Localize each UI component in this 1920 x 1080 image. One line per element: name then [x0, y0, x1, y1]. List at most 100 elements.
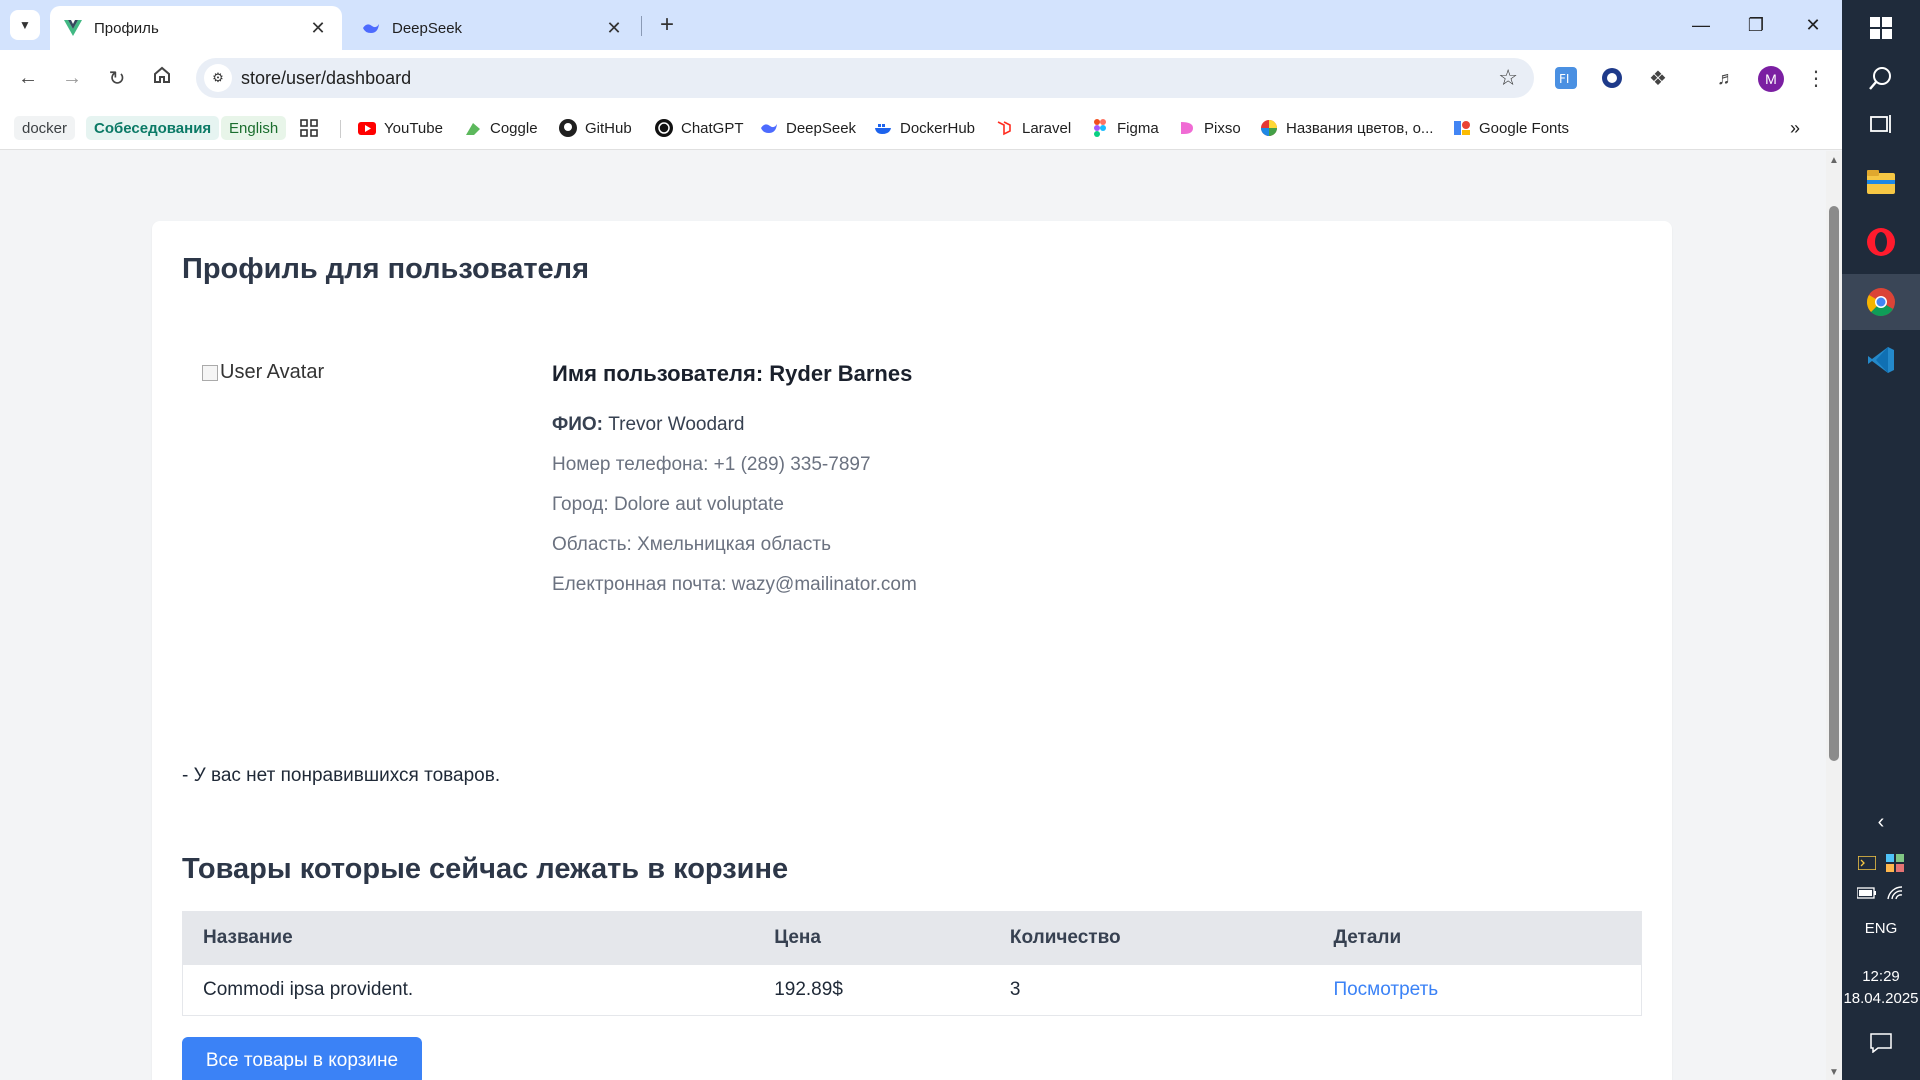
bookmark-star-icon[interactable]: ☆: [1498, 65, 1518, 91]
chatgpt-icon: [655, 119, 673, 137]
notification-icon[interactable]: [1842, 1018, 1920, 1068]
home-button[interactable]: [146, 62, 178, 94]
no-favorites-message: - У вас нет понравившихся товаров.: [182, 765, 501, 786]
phone: Номер телефона: +1 (289) 335-7897: [552, 454, 871, 475]
calculator-grid-icon[interactable]: [1884, 852, 1906, 874]
chrome-icon[interactable]: [1842, 274, 1920, 330]
google-fonts-icon: [1453, 119, 1471, 137]
bookmark-label: DeepSeek: [786, 119, 857, 137]
table-header: Название Цена Количество Детали: [183, 912, 1641, 964]
more-bookmarks-button[interactable]: »: [1790, 114, 1800, 142]
back-button[interactable]: ←: [12, 62, 44, 94]
terminal-icon[interactable]: [1856, 852, 1878, 874]
clock-date[interactable]: 18.04.2025: [1842, 990, 1920, 1007]
restore-button[interactable]: ❐: [1727, 0, 1785, 50]
product-quantity: 3: [1009, 979, 1021, 1000]
full-name-value: Trevor Woodard: [608, 414, 745, 435]
bookmark-figma[interactable]: Figma: [1091, 114, 1159, 142]
bookmark-folder-english[interactable]: English: [221, 116, 287, 140]
vscode-icon[interactable]: [1842, 332, 1920, 388]
chevron-down-icon: ▼: [19, 18, 31, 32]
tab-strip: ▼ Профиль ✕ DeepSeek ✕ + — ❐ ✕: [0, 0, 1842, 50]
close-window-button[interactable]: ✕: [1784, 0, 1842, 50]
bookmark-label: Google Fonts: [1479, 119, 1570, 137]
browser-toolbar: ← → ↻ ⚙ store/user/dashboard ☆ FI ❖ ♬ ⋮: [0, 50, 1842, 106]
scrollbar-thumb[interactable]: [1829, 206, 1839, 761]
bookmark-coggle[interactable]: Coggle: [464, 114, 538, 142]
extensions-puzzle-icon[interactable]: ❖: [1644, 64, 1672, 92]
task-view-icon[interactable]: [1842, 96, 1920, 152]
page-title: Профиль для пользователя: [182, 253, 590, 285]
bookmarks-bar: docker Собеседования English YouTube Cog…: [0, 106, 1842, 150]
file-explorer-icon[interactable]: [1842, 154, 1920, 210]
tab-title: DeepSeek: [392, 19, 463, 37]
opera-icon[interactable]: [1842, 214, 1920, 270]
bookmark-laravel[interactable]: Laravel: [996, 114, 1071, 142]
column-header-quantity: Количество: [1009, 927, 1121, 948]
bookmark-folder-interviews[interactable]: Собеседования: [86, 116, 220, 140]
column-header-name: Название: [203, 927, 293, 948]
user-info: Имя пользователя: Ryder Barnes ФИО: Trev…: [552, 361, 917, 605]
broken-image-icon: [202, 364, 218, 381]
new-tab-button[interactable]: +: [652, 10, 682, 40]
laravel-icon: [996, 119, 1014, 137]
close-icon[interactable]: ✕: [604, 18, 624, 39]
media-control-icon[interactable]: ♬: [1712, 64, 1740, 92]
youtube-icon: [358, 119, 376, 137]
bookmark-pixso[interactable]: Pixso: [1178, 114, 1241, 142]
extension-circle-icon[interactable]: [1598, 64, 1626, 92]
user-avatar-image: User Avatar: [202, 361, 324, 384]
scroll-up-arrow-icon[interactable]: ▲: [1829, 155, 1839, 166]
profile-card: Профиль для пользователя User Avatar Имя…: [152, 221, 1672, 1080]
bookmark-dockerhub[interactable]: DockerHub: [874, 114, 975, 142]
bookmark-deepseek[interactable]: DeepSeek: [760, 114, 856, 142]
all-cart-items-button[interactable]: Все товары в корзине: [182, 1037, 422, 1080]
product-price: 192.89$: [774, 979, 843, 1000]
url-text[interactable]: store/user/dashboard: [241, 68, 411, 89]
home-icon: [152, 65, 172, 91]
scroll-down-arrow-icon[interactable]: ▼: [1829, 1067, 1839, 1078]
profile-avatar-button[interactable]: M: [1758, 66, 1784, 92]
bookmark-label: YouTube: [384, 119, 443, 137]
minimize-button[interactable]: —: [1672, 0, 1730, 50]
site-info-icon[interactable]: ⚙: [204, 64, 232, 92]
tab-search-dropdown-button[interactable]: ▼: [10, 10, 40, 40]
page-scrollbar[interactable]: ▲ ▼: [1826, 151, 1842, 1080]
windows-start-icon[interactable]: [1842, 0, 1920, 56]
pixso-icon: [1178, 119, 1196, 137]
chevron-left-icon[interactable]: ‹: [1842, 806, 1920, 838]
address-bar[interactable]: ⚙ store/user/dashboard ☆: [196, 58, 1534, 98]
bookmark-divider: [340, 120, 341, 138]
apps-grid-icon[interactable]: [300, 114, 318, 142]
tab-deepseek[interactable]: DeepSeek ✕: [348, 6, 638, 50]
tab-profile[interactable]: Профиль ✕: [50, 6, 342, 50]
bookmark-github[interactable]: GitHub: [559, 114, 632, 142]
battery-icon[interactable]: [1856, 882, 1878, 904]
bookmark-label: Laravel: [1022, 119, 1072, 137]
figma-icon: [1091, 119, 1109, 137]
bookmark-label: ChatGPT: [681, 119, 744, 137]
email: Електронная почта: wazy@mailinator.com: [552, 574, 917, 595]
menu-kebab-icon[interactable]: ⋮: [1802, 64, 1830, 92]
github-icon: [559, 119, 577, 137]
extension-fi-icon[interactable]: FI: [1552, 64, 1580, 92]
reload-button[interactable]: ↻: [101, 62, 133, 94]
bookmark-label: Figma: [1117, 119, 1159, 137]
forward-button[interactable]: →: [56, 62, 88, 94]
bookmark-google-fonts[interactable]: Google Fonts: [1453, 114, 1569, 142]
color-wheel-icon: [1260, 119, 1278, 137]
clock-time[interactable]: 12:29: [1842, 968, 1920, 985]
wifi-icon[interactable]: [1884, 882, 1906, 904]
language-indicator[interactable]: ENG: [1842, 920, 1920, 937]
bookmark-folder-docker[interactable]: docker: [14, 116, 76, 140]
view-details-link[interactable]: Посмотреть: [1313, 979, 1641, 1001]
bookmark-youtube[interactable]: YouTube: [358, 114, 443, 142]
table-row: Commodi ipsa provident. 192.89$ 3 Посмот…: [183, 964, 1641, 1015]
close-icon[interactable]: ✕: [308, 18, 328, 39]
bookmark-label: GitHub: [585, 119, 632, 137]
coggle-icon: [464, 119, 482, 137]
page-viewport: Профиль для пользователя User Avatar Имя…: [0, 151, 1826, 1080]
bookmark-color-names[interactable]: Названия цветов, о...: [1260, 114, 1433, 142]
product-name: Commodi ipsa provident.: [203, 979, 414, 1000]
bookmark-chatgpt[interactable]: ChatGPT: [655, 114, 744, 142]
